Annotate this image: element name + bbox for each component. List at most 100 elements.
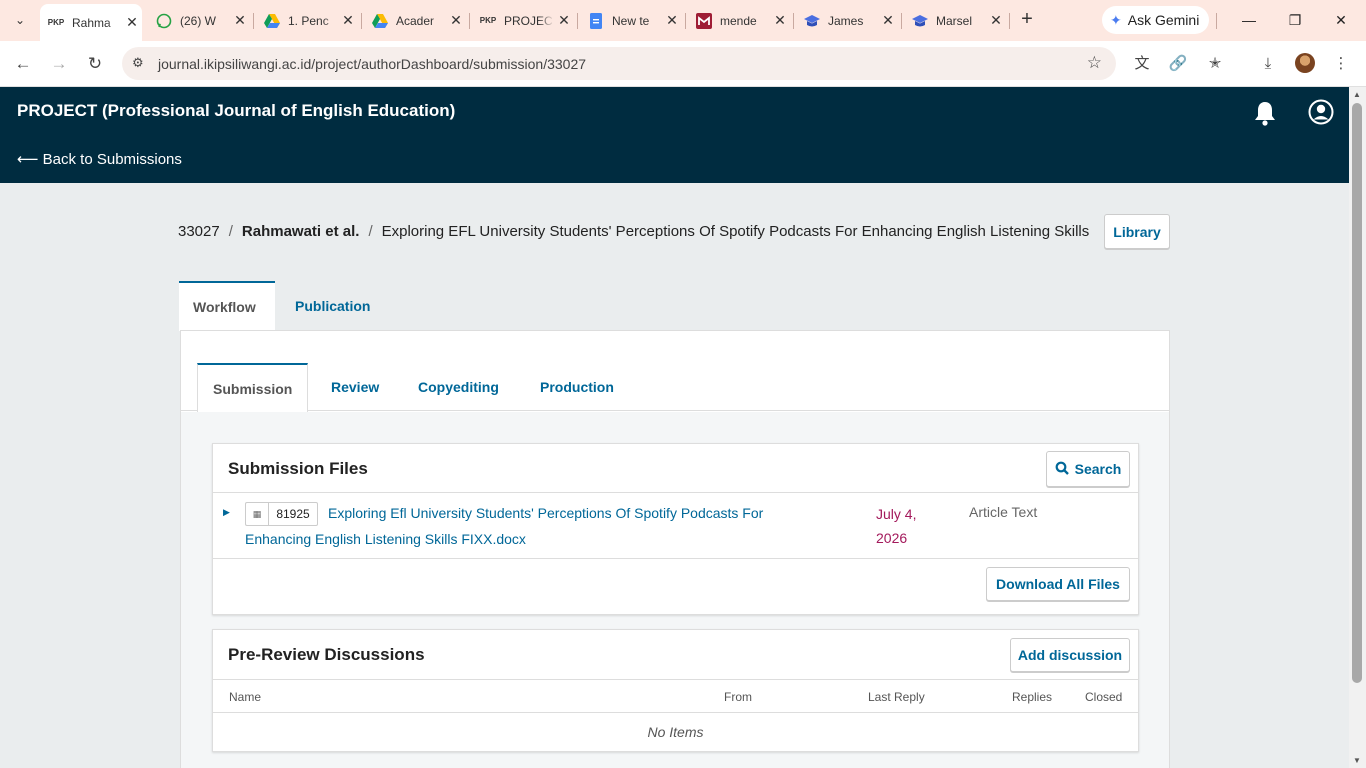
link-icon[interactable]: 🔗 — [1166, 52, 1190, 76]
breadcrumb-separator: / — [368, 223, 373, 240]
close-tab-icon[interactable]: ✕ — [770, 12, 790, 29]
mendeley-icon — [696, 12, 712, 29]
card-header: Submission Files Search — [213, 444, 1138, 493]
back-arrow-icon[interactable]: ← — [9, 50, 37, 78]
ask-gemini-button[interactable]: ✦ Ask Gemini — [1102, 6, 1210, 34]
close-tab-icon[interactable]: ✕ — [446, 12, 466, 29]
tab-submission[interactable]: Submission — [197, 363, 309, 412]
pkp-favicon-icon: PKP — [47, 18, 65, 27]
page-viewport: PROJECT (Professional Journal of English… — [0, 87, 1349, 768]
tab-title: (26) W — [180, 13, 216, 28]
minimize-icon[interactable]: — — [1237, 8, 1261, 32]
tab-title: New te — [612, 13, 650, 28]
close-tab-icon[interactable]: ✕ — [878, 12, 898, 29]
tab-title: James — [828, 13, 864, 28]
download-all-files-button[interactable]: Download All Files — [986, 567, 1130, 601]
browser-tab[interactable]: James ✕ — [796, 4, 898, 37]
tab-workflow[interactable]: Workflow — [179, 281, 275, 331]
tab-search-chevron-icon[interactable]: ⌄ — [8, 8, 32, 32]
tab-review[interactable]: Review — [331, 363, 379, 411]
search-label: Search — [1074, 461, 1122, 477]
submission-stage-content: Submission Files Search ▶ Exploring Efl … — [181, 412, 1169, 768]
file-id-badge: 81925 — [268, 502, 318, 526]
user-account-icon[interactable] — [1308, 99, 1334, 125]
browser-tab[interactable]: mende ✕ — [688, 4, 790, 37]
back-to-submissions-link[interactable]: ⟵ Back to Submissions — [17, 150, 182, 168]
tab-production[interactable]: Production — [540, 363, 614, 411]
tab-publication[interactable]: Publication — [295, 281, 370, 331]
tab-title: mende — [720, 13, 757, 28]
new-tab-plus-icon[interactable]: + — [1016, 8, 1038, 30]
close-tab-icon[interactable]: ✕ — [338, 12, 358, 29]
scroll-down-arrow-icon[interactable]: ▼ — [1353, 756, 1361, 765]
tab-title: Rahma — [72, 15, 111, 30]
forward-arrow-icon[interactable]: → — [45, 50, 73, 78]
column-closed: Closed — [1085, 690, 1123, 704]
close-tab-icon[interactable]: ✕ — [662, 12, 682, 29]
browser-tab[interactable]: Marsel ✕ — [904, 4, 1006, 37]
bookmark-star-icon[interactable]: ☆ — [1087, 53, 1102, 73]
graduation-cap-icon — [912, 13, 928, 29]
expand-row-icon[interactable]: ▶ — [223, 507, 230, 518]
gemini-sparkle-icon: ✦ — [1110, 11, 1122, 28]
tab-title: Marsel — [936, 13, 973, 28]
browser-tab[interactable]: 1. Penc ✕ — [256, 4, 358, 37]
submission-files-title: Submission Files — [228, 459, 368, 478]
browser-tab[interactable]: (26) W ✕ — [148, 4, 250, 37]
tab-title: 1. Penc — [288, 13, 329, 28]
browser-tab[interactable]: PKP PROJEC ✕ — [472, 4, 574, 37]
close-window-icon[interactable]: ✕ — [1329, 8, 1353, 32]
journal-title[interactable]: PROJECT (Professional Journal of English… — [17, 101, 455, 121]
whatsapp-icon — [156, 13, 172, 29]
close-tab-icon[interactable]: ✕ — [554, 12, 574, 29]
ask-gemini-label: Ask Gemini — [1127, 12, 1200, 28]
kebab-menu-icon[interactable]: ⋮ — [1329, 52, 1353, 76]
word-document-icon: ▦ — [245, 502, 268, 526]
tab-separator — [793, 13, 794, 29]
tab-separator — [1216, 13, 1217, 29]
breadcrumb-separator: / — [228, 223, 233, 240]
card-header: Pre-Review Discussions Add discussion — [213, 630, 1138, 680]
profile-avatar[interactable] — [1295, 53, 1315, 73]
scroll-up-arrow-icon[interactable]: ▲ — [1353, 90, 1361, 99]
tab-copyediting[interactable]: Copyediting — [418, 363, 499, 411]
column-replies: Replies — [1012, 690, 1053, 704]
address-bar[interactable]: ⚙ journal.ikipsiliwangi.ac.id/project/au… — [122, 47, 1116, 80]
tab-separator — [253, 13, 254, 29]
browser-tab[interactable]: New te ✕ — [580, 4, 682, 37]
submission-title: Exploring EFL University Students' Perce… — [381, 223, 1090, 240]
tab-separator — [901, 13, 902, 29]
bookmarks-star-icon[interactable]: ✭ — [1203, 52, 1227, 76]
tab-separator — [469, 13, 470, 29]
google-docs-icon — [588, 12, 604, 29]
file-date: July 4, 2026 — [876, 506, 917, 546]
url-text[interactable]: journal.ikipsiliwangi.ac.id/project/auth… — [158, 56, 586, 72]
site-settings-icon[interactable]: ⚙ — [132, 55, 144, 71]
tab-title: Acader — [396, 13, 435, 28]
tab-title: PROJEC — [504, 13, 553, 28]
close-tab-icon[interactable]: ✕ — [230, 12, 250, 29]
browser-tab-active[interactable]: PKP Rahma ✕ — [40, 4, 142, 41]
notifications-bell-icon[interactable] — [1252, 99, 1278, 127]
scrollbar-thumb[interactable] — [1352, 103, 1362, 683]
close-tab-icon[interactable]: ✕ — [986, 12, 1006, 29]
tab-separator — [685, 13, 686, 29]
restore-window-icon[interactable]: ❐ — [1283, 8, 1307, 32]
library-button[interactable]: Library — [1104, 214, 1170, 249]
translate-icon[interactable]: 文 — [1130, 52, 1154, 76]
add-discussion-button[interactable]: Add discussion — [1010, 638, 1130, 672]
close-tab-icon[interactable]: ✕ — [122, 14, 142, 31]
page-scrollbar[interactable]: ▲ ▼ — [1349, 87, 1366, 768]
pre-review-discussions-title: Pre-Review Discussions — [228, 645, 425, 664]
file-name-link[interactable]: Exploring Efl University Students' Perce… — [245, 500, 805, 552]
column-from: From — [724, 690, 752, 704]
discussion-table-header: Name From Last Reply Replies Closed — [213, 680, 1138, 713]
reload-icon[interactable]: ↻ — [81, 50, 109, 78]
search-files-button[interactable]: Search — [1046, 451, 1130, 487]
empty-table-message: No Items — [647, 724, 704, 740]
workflow-stage-tabs: Submission Review Copyediting Production — [181, 363, 1169, 412]
browser-tab[interactable]: Acader ✕ — [364, 4, 466, 37]
download-icon[interactable]: ⤓ — [1256, 52, 1280, 76]
submission-id: 33027 — [178, 223, 220, 240]
browser-tab-strip: ⌄ PKP Rahma ✕ (26) W ✕ 1. Penc ✕ Acader … — [0, 0, 1366, 41]
